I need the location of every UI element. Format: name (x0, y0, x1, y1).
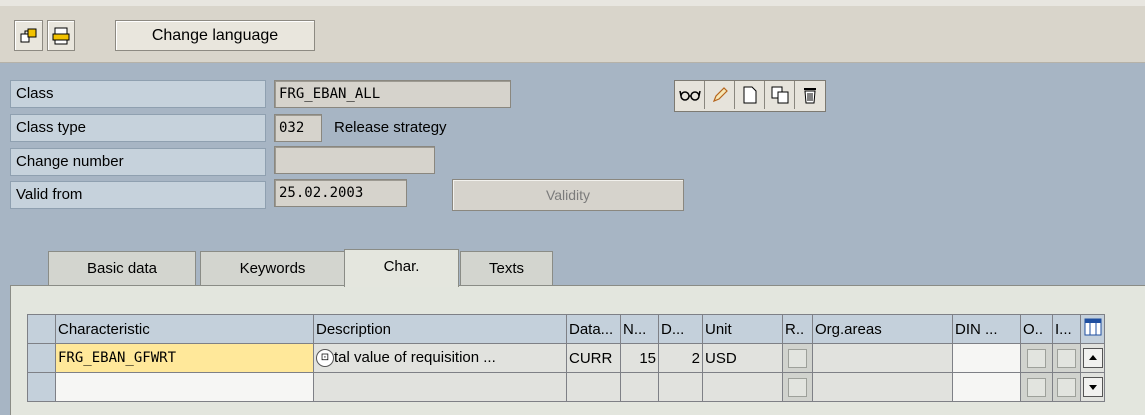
scroll-down-cell (1080, 372, 1105, 402)
col-data-type[interactable]: Data... (566, 314, 621, 344)
tab-label: Texts (488, 260, 524, 277)
trash-delete-icon[interactable] (795, 81, 825, 109)
application-toolbar: Change language (0, 0, 1145, 63)
col-r[interactable]: R.. (782, 314, 813, 344)
o-checkbox-cell[interactable] (1020, 343, 1053, 373)
r-checkbox[interactable] (788, 348, 807, 368)
i-checkbox[interactable] (1057, 377, 1076, 397)
where-used-icon[interactable] (14, 20, 43, 51)
change-language-button[interactable]: Change language (115, 20, 315, 51)
characteristics-table: Characteristic Description Data... N... … (27, 314, 1105, 402)
col-o[interactable]: O.. (1020, 314, 1053, 344)
scroll-up-cell (1080, 343, 1105, 373)
table-row[interactable]: FRG_EBAN_GFWRT ⊡ tal value of requisition… (27, 343, 1105, 373)
col-org-areas[interactable]: Org.areas (812, 314, 953, 344)
value-help-icon[interactable]: ⊡ (316, 349, 334, 368)
change-number-label: Change number (10, 148, 266, 176)
title-bar-strip (0, 0, 1145, 6)
i-checkbox-cell[interactable] (1052, 343, 1081, 373)
description-cell: ⊡ tal value of requisition ... (313, 343, 567, 373)
i-checkbox-cell[interactable] (1052, 372, 1081, 402)
change-language-label: Change language (151, 26, 279, 44)
valid-from-field[interactable]: 25.02.2003 (274, 179, 407, 207)
org-areas-cell (812, 372, 953, 402)
description-cell (313, 372, 567, 402)
select-all-cell[interactable] (27, 314, 56, 344)
r-checkbox-cell[interactable] (782, 372, 813, 402)
validity-button[interactable]: Validity (452, 179, 684, 211)
col-unit[interactable]: Unit (702, 314, 783, 344)
o-checkbox[interactable] (1027, 377, 1046, 397)
unit-cell: USD (702, 343, 783, 373)
tab-texts[interactable]: Texts (460, 251, 553, 285)
glasses-display-icon[interactable] (675, 81, 705, 109)
r-checkbox[interactable] (788, 377, 807, 397)
o-checkbox[interactable] (1027, 348, 1046, 368)
characteristic-cell[interactable]: FRG_EBAN_GFWRT (55, 343, 314, 373)
tab-label: Basic data (86, 260, 158, 277)
tab-label: Keywords (239, 260, 306, 277)
row-selector[interactable] (27, 343, 56, 373)
col-num-chars[interactable]: N... (620, 314, 659, 344)
tab-basic-data[interactable]: Basic data (48, 251, 196, 285)
row-selector[interactable] (27, 372, 56, 402)
col-characteristic[interactable]: Characteristic (55, 314, 314, 344)
tab-label: Char. (383, 258, 420, 275)
org-areas-cell (812, 343, 953, 373)
i-checkbox[interactable] (1057, 348, 1076, 368)
col-description[interactable]: Description (313, 314, 567, 344)
num-chars-cell (620, 372, 659, 402)
valid-from-label: Valid from (10, 181, 266, 209)
object-action-icons (674, 80, 826, 112)
col-i[interactable]: I... (1052, 314, 1081, 344)
copy-icon[interactable] (765, 81, 795, 109)
description-text: tal value of requisition ... (334, 348, 496, 366)
decimals-cell: 2 (658, 343, 703, 373)
table-settings-icon[interactable] (1080, 314, 1105, 344)
new-page-icon[interactable] (735, 81, 765, 109)
din-cell[interactable] (952, 343, 1021, 373)
scroll-up-icon[interactable] (1082, 348, 1103, 368)
print-icon[interactable] (47, 20, 75, 51)
decimals-cell (658, 372, 703, 402)
col-decimals[interactable]: D... (658, 314, 703, 344)
unit-cell (702, 372, 783, 402)
table-row[interactable] (27, 372, 1105, 402)
class-type-description: Release strategy (334, 119, 447, 136)
pencil-change-icon[interactable] (705, 81, 735, 109)
class-field[interactable]: FRG_EBAN_ALL (274, 80, 511, 108)
din-cell[interactable] (952, 372, 1021, 402)
tab-keywords[interactable]: Keywords (200, 251, 345, 285)
r-checkbox-cell[interactable] (782, 343, 813, 373)
class-type-label: Class type (10, 114, 266, 142)
data-type-cell: CURR (566, 343, 621, 373)
characteristic-cell[interactable] (55, 372, 314, 402)
table-header-row: Characteristic Description Data... N... … (27, 314, 1105, 344)
col-din[interactable]: DIN ... (952, 314, 1021, 344)
change-number-field[interactable] (274, 146, 435, 174)
scroll-down-icon[interactable] (1082, 377, 1103, 397)
class-label: Class (10, 80, 266, 108)
class-type-field[interactable]: 032 (274, 114, 322, 142)
tab-char[interactable]: Char. (344, 249, 459, 287)
num-chars-cell: 15 (620, 343, 659, 373)
o-checkbox-cell[interactable] (1020, 372, 1053, 402)
data-type-cell (566, 372, 621, 402)
